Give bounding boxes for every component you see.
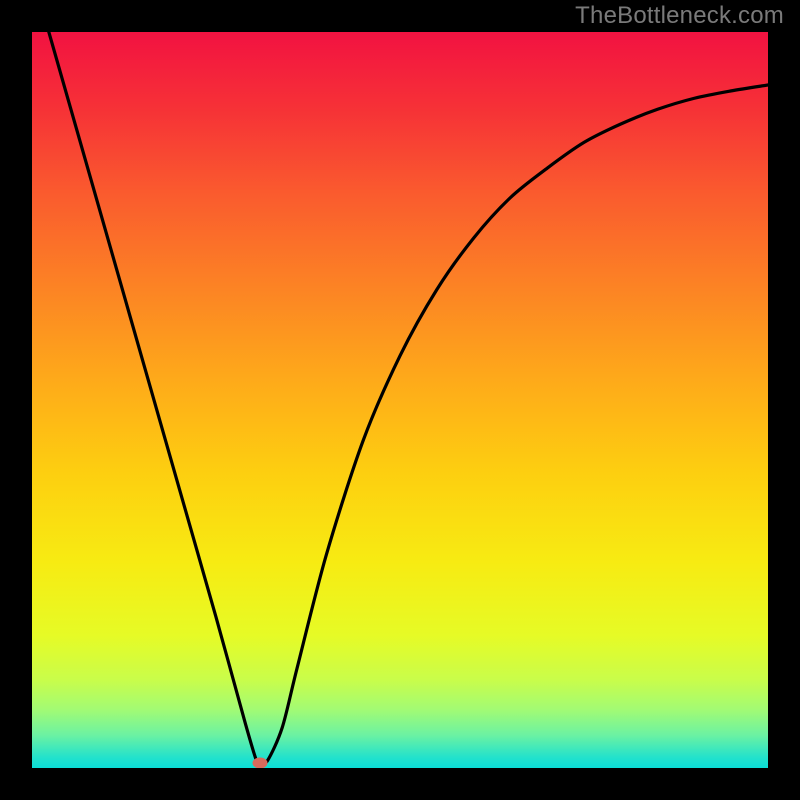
bottleneck-curve <box>32 32 768 768</box>
watermark-text: TheBottleneck.com <box>575 2 784 30</box>
plot-area <box>32 32 768 768</box>
minimum-marker <box>253 757 268 768</box>
chart-frame: TheBottleneck.com <box>0 0 800 800</box>
